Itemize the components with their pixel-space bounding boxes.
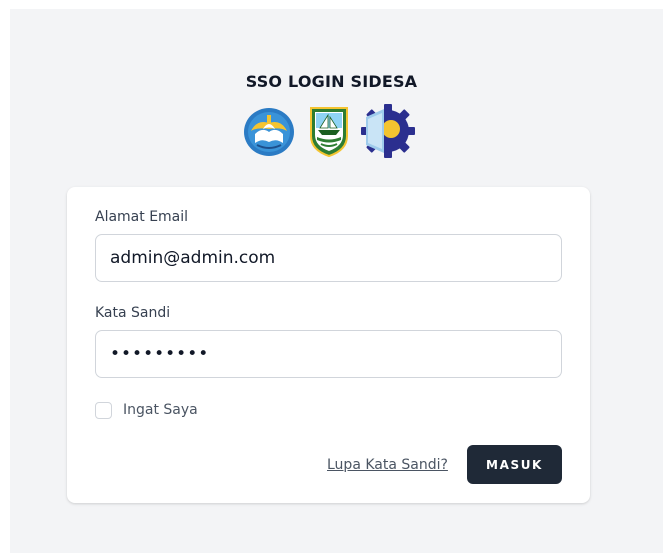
page-title: SSO LOGIN SIDESA xyxy=(245,72,418,91)
login-button[interactable]: MASUK xyxy=(467,445,562,484)
tut-wuri-handayani-logo xyxy=(244,108,294,156)
remember-me[interactable]: Ingat Saya xyxy=(95,401,198,419)
logo-row xyxy=(243,103,418,159)
gear-logo xyxy=(361,104,415,158)
remember-label: Ingat Saya xyxy=(123,402,198,418)
email-field[interactable] xyxy=(95,234,562,282)
password-label: Kata Sandi xyxy=(95,305,171,321)
riau-islands-emblem xyxy=(310,107,348,158)
forgot-password-link[interactable]: Lupa Kata Sandi? xyxy=(327,457,448,473)
remember-checkbox[interactable] xyxy=(95,401,112,419)
login-card: Alamat Email Kata Sandi Ingat Saya Lupa … xyxy=(67,187,590,503)
password-field[interactable] xyxy=(95,330,562,378)
email-label: Alamat Email xyxy=(95,209,189,225)
